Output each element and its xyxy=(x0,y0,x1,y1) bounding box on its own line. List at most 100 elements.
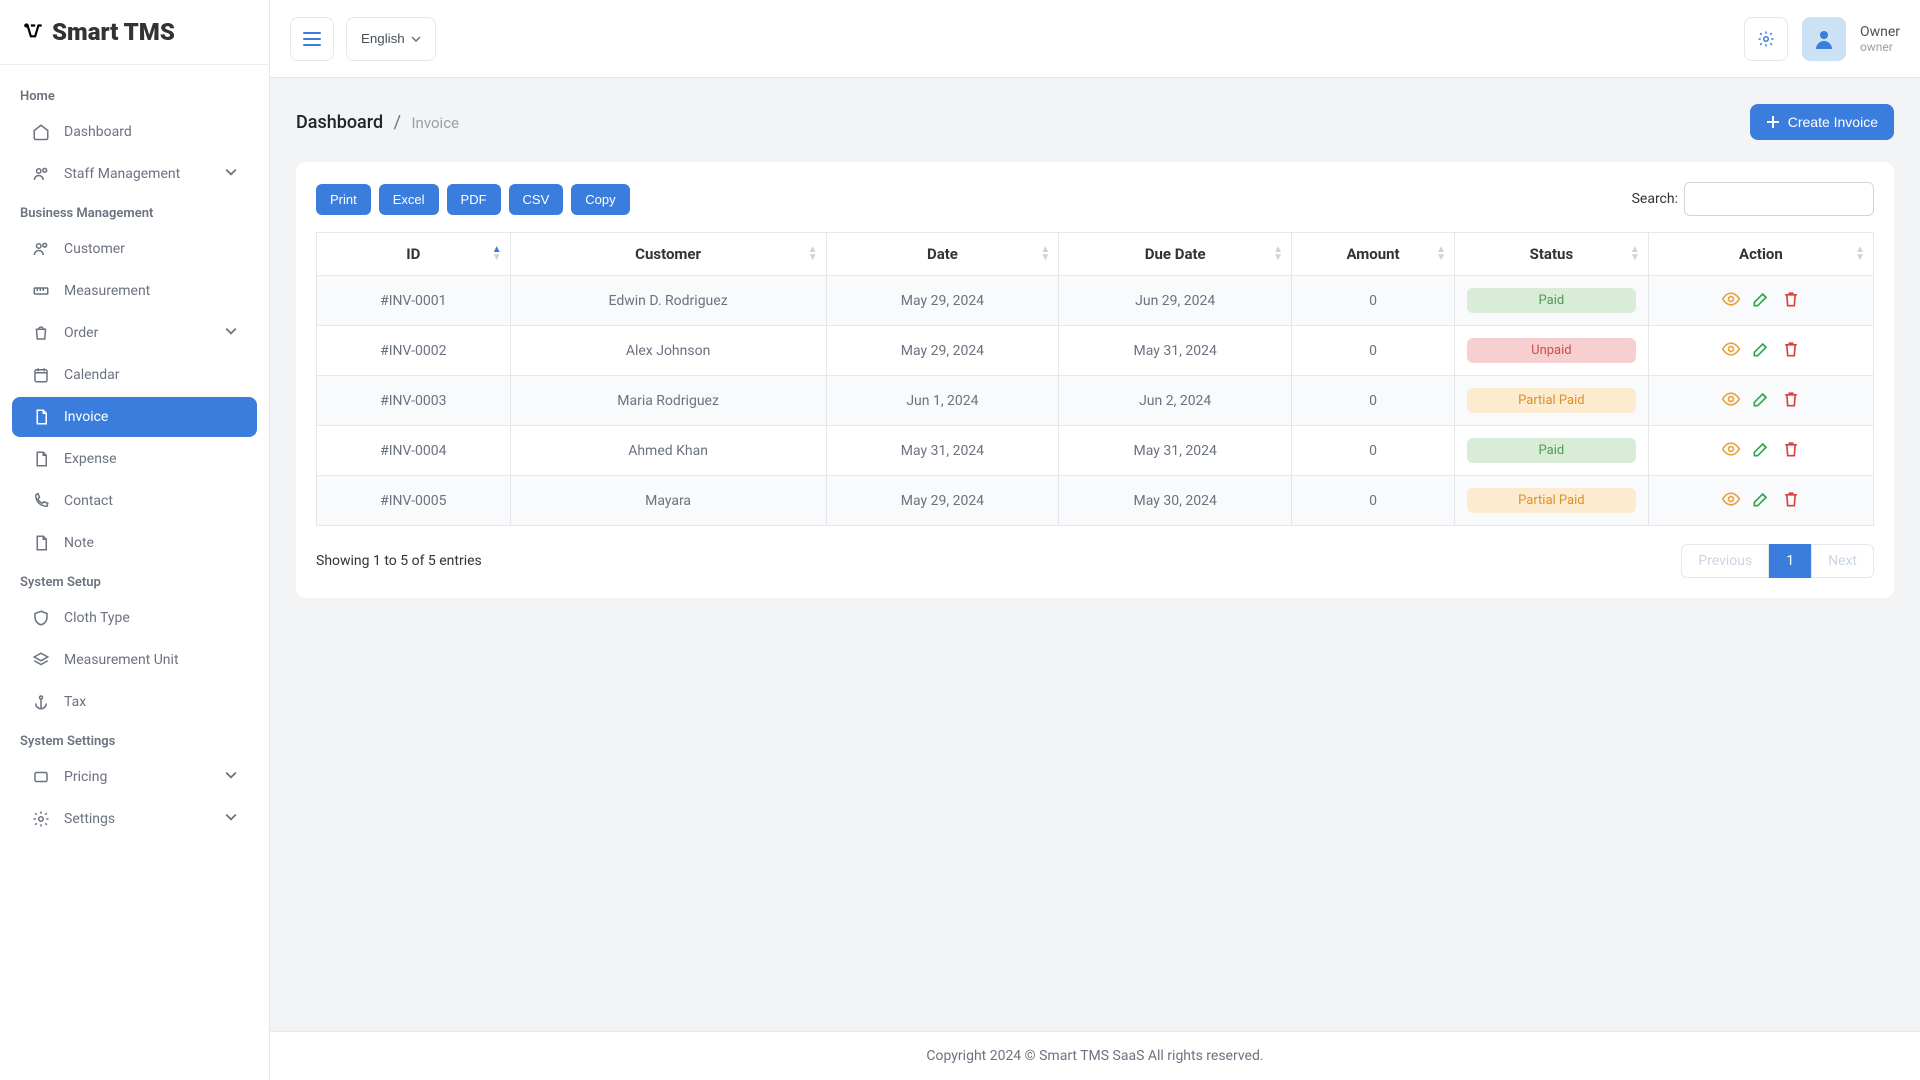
sidebar-item-cloth-type[interactable]: Cloth Type xyxy=(12,598,257,638)
edit-button[interactable] xyxy=(1751,491,1771,511)
edit-button[interactable] xyxy=(1751,341,1771,361)
avatar[interactable] xyxy=(1802,17,1846,61)
column-header-due-date[interactable]: Due Date▲▼ xyxy=(1059,233,1292,276)
sidebar-item-calendar[interactable]: Calendar xyxy=(12,355,257,395)
sidebar-item-customer[interactable]: Customer xyxy=(12,229,257,269)
amount-cell: 0 xyxy=(1369,443,1377,459)
menu-toggle-button[interactable] xyxy=(290,17,334,61)
trash-icon xyxy=(1781,289,1801,313)
users-icon xyxy=(32,165,50,183)
customer-link[interactable]: Ahmed Khan xyxy=(628,443,708,459)
table-info: Showing 1 to 5 of 5 entries xyxy=(316,553,482,569)
sort-icon: ▲▼ xyxy=(1273,246,1283,262)
date-cell: May 29, 2024 xyxy=(901,343,984,359)
sidebar-item-note[interactable]: Note xyxy=(12,523,257,563)
nav-section-header: Business Management xyxy=(0,196,269,227)
edit-icon xyxy=(1751,339,1771,363)
excel-button[interactable]: Excel xyxy=(379,184,439,215)
view-button[interactable] xyxy=(1721,341,1741,361)
create-invoice-button[interactable]: Create Invoice xyxy=(1750,104,1894,140)
edit-button[interactable] xyxy=(1751,391,1771,411)
logo[interactable]: Smart TMS xyxy=(0,0,269,65)
sidebar-item-measurement-unit[interactable]: Measurement Unit xyxy=(12,640,257,680)
column-header-status[interactable]: Status▲▼ xyxy=(1454,233,1648,276)
create-invoice-label: Create Invoice xyxy=(1788,114,1878,130)
tag-icon xyxy=(32,768,50,786)
copy-button[interactable]: Copy xyxy=(571,184,629,215)
view-button[interactable] xyxy=(1721,291,1741,311)
sidebar-item-measurement[interactable]: Measurement xyxy=(12,271,257,311)
due-date-cell: May 31, 2024 xyxy=(1134,343,1217,359)
invoice-id-link[interactable]: #INV-0001 xyxy=(380,293,446,309)
language-select[interactable]: English xyxy=(346,17,436,61)
eye-icon xyxy=(1721,489,1741,513)
edit-icon xyxy=(1751,489,1771,513)
invoice-id-link[interactable]: #INV-0005 xyxy=(380,493,446,509)
column-header-customer[interactable]: Customer▲▼ xyxy=(510,233,826,276)
column-header-amount[interactable]: Amount▲▼ xyxy=(1292,233,1455,276)
sidebar-item-staff-management[interactable]: Staff Management xyxy=(12,154,257,194)
pdf-button[interactable]: PDF xyxy=(447,184,501,215)
sort-icon: ▲▼ xyxy=(1855,246,1865,262)
delete-button[interactable] xyxy=(1781,391,1801,411)
date-cell: May 29, 2024 xyxy=(901,493,984,509)
amount-cell: 0 xyxy=(1369,293,1377,309)
delete-button[interactable] xyxy=(1781,441,1801,461)
sidebar-item-invoice[interactable]: Invoice xyxy=(12,397,257,437)
home-icon xyxy=(32,123,50,141)
edit-button[interactable] xyxy=(1751,291,1771,311)
view-button[interactable] xyxy=(1721,491,1741,511)
print-button[interactable]: Print xyxy=(316,184,371,215)
file-icon xyxy=(32,408,50,426)
sidebar-item-contact[interactable]: Contact xyxy=(12,481,257,521)
search-input[interactable] xyxy=(1684,182,1874,216)
user-meta[interactable]: Owner owner xyxy=(1860,24,1900,54)
column-header-date[interactable]: Date▲▼ xyxy=(826,233,1059,276)
nav-section-header: System Setup xyxy=(0,565,269,596)
eye-icon xyxy=(1721,439,1741,463)
chevron-down-icon xyxy=(411,36,421,42)
sidebar-item-expense[interactable]: Expense xyxy=(12,439,257,479)
user-role: owner xyxy=(1860,40,1900,54)
column-header-id[interactable]: ID▲▼ xyxy=(317,233,511,276)
sidebar-item-pricing[interactable]: Pricing xyxy=(12,757,257,797)
sidebar-item-tax[interactable]: Tax xyxy=(12,682,257,722)
sidebar-item-order[interactable]: Order xyxy=(12,313,257,353)
delete-button[interactable] xyxy=(1781,341,1801,361)
breadcrumb-root[interactable]: Dashboard xyxy=(296,112,383,133)
sidebar-item-settings[interactable]: Settings xyxy=(12,799,257,839)
edit-icon xyxy=(1751,289,1771,313)
view-button[interactable] xyxy=(1721,441,1741,461)
customer-link[interactable]: Maria Rodriguez xyxy=(617,393,719,409)
breadcrumb-separator: / xyxy=(394,112,401,133)
customer-link[interactable]: Edwin D. Rodriguez xyxy=(609,293,728,309)
previous-button[interactable]: Previous xyxy=(1681,544,1769,578)
status-badge: Partial Paid xyxy=(1467,488,1637,513)
sort-icon: ▲▼ xyxy=(1040,246,1050,262)
edit-button[interactable] xyxy=(1751,441,1771,461)
next-button[interactable]: Next xyxy=(1811,544,1874,578)
sidebar-item-label: Calendar xyxy=(64,367,120,383)
sidebar-item-dashboard[interactable]: Dashboard xyxy=(12,112,257,152)
settings-button[interactable] xyxy=(1744,17,1788,61)
invoice-id-link[interactable]: #INV-0004 xyxy=(380,443,446,459)
file-icon xyxy=(32,534,50,552)
shield-icon xyxy=(32,609,50,627)
page-1-button[interactable]: 1 xyxy=(1769,544,1811,578)
customer-link[interactable]: Alex Johnson xyxy=(626,343,710,359)
invoice-id-link[interactable]: #INV-0002 xyxy=(380,343,446,359)
plus-icon xyxy=(1766,115,1780,129)
eye-icon xyxy=(1721,389,1741,413)
column-label: ID xyxy=(406,245,420,263)
csv-button[interactable]: CSV xyxy=(509,184,564,215)
view-button[interactable] xyxy=(1721,391,1741,411)
delete-button[interactable] xyxy=(1781,491,1801,511)
sort-icon: ▲▼ xyxy=(1630,246,1640,262)
sidebar-item-label: Staff Management xyxy=(64,166,180,182)
customer-link[interactable]: Mayara xyxy=(645,493,691,509)
delete-button[interactable] xyxy=(1781,291,1801,311)
logo-text: Smart TMS xyxy=(52,18,175,46)
column-header-action[interactable]: Action▲▼ xyxy=(1648,233,1873,276)
invoice-id-link[interactable]: #INV-0003 xyxy=(380,393,446,409)
eye-icon xyxy=(1721,339,1741,363)
